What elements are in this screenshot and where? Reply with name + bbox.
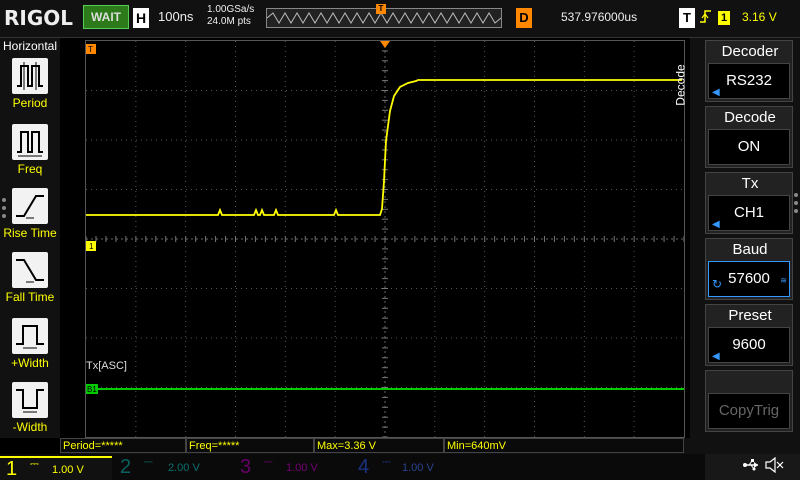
softkey-value: ON [708, 129, 790, 165]
scroll-dots [794, 193, 799, 213]
trigger-source-badge: 1 [718, 11, 730, 25]
softkey-value: ↻ ≋ 57600 [708, 261, 790, 297]
measure-item-label: Freq [17, 162, 43, 176]
softkey-title: Decoder [721, 43, 779, 60]
channel-4-tab[interactable]: 4 ⎓ 1.00 V [352, 456, 468, 480]
channel-number: 2 [120, 456, 132, 478]
waveform-grid-svg: T 1 B1 Tx[ASC] [86, 41, 684, 437]
measure-rise-time-button[interactable]: Rise Time [0, 188, 60, 252]
brand-logo: RIGOL [4, 6, 74, 30]
waveform-display[interactable]: T 1 B1 Tx[ASC] [85, 40, 685, 438]
acquisition-status-badge[interactable]: WAIT [83, 5, 129, 29]
period-icon [12, 58, 48, 94]
channel-number: 4 [358, 456, 370, 478]
tx-value: CH1 [733, 204, 764, 221]
trigger-position-marker[interactable]: T [376, 4, 386, 14]
select-arrow-icon: ◀ [712, 219, 720, 230]
channel-1-tab[interactable]: 1 ⎓ 1.00 V [0, 456, 112, 480]
freq-icon [12, 124, 48, 160]
trigger-label: T [679, 8, 695, 28]
measure-menu-title: Horizontal [2, 39, 58, 53]
softkey-title: Tx [741, 175, 759, 192]
copytrig-softkey[interactable]: CopyTrig [705, 370, 793, 432]
measurement-period[interactable]: Period=***** [60, 438, 186, 453]
horizontal-label: H [133, 8, 149, 28]
sample-info: 1.00GSa/s 24.0M pts [207, 4, 254, 28]
softkey-title: Preset [728, 307, 772, 324]
left-scroll-dots [2, 198, 7, 218]
bus-decode-label: Tx[ASC] [86, 360, 127, 372]
neg-width-icon [12, 382, 48, 418]
softkey-value: CopyTrig [708, 393, 790, 429]
measure-menu: Horizontal Period Freq Rise Time Fall Ti… [0, 38, 60, 438]
fall-time-icon [12, 252, 48, 288]
measure-item-label: Period [12, 96, 48, 110]
measurement-min[interactable]: Min=640mV [444, 438, 684, 453]
dc-coupling-icon: ⎓ [382, 456, 391, 468]
measure-neg-width-button[interactable]: -Width [0, 382, 60, 446]
delay-value[interactable]: 537.976000us [561, 10, 637, 24]
softkey-title: Decode [724, 109, 776, 126]
channel-scale: 1.00 V [286, 462, 318, 474]
measure-item-label: Rise Time [3, 226, 57, 240]
sample-rate: 1.00GSa/s [207, 4, 255, 15]
channel-number: 1 [6, 458, 18, 480]
channel-scale: 1.00 V [52, 464, 84, 476]
measure-period-button[interactable]: Period [0, 58, 60, 122]
tx-source-softkey[interactable]: Tx ◀ CH1 [705, 172, 793, 234]
speaker-muted-icon[interactable] [764, 456, 784, 476]
dc-coupling-icon: ⎓ [144, 456, 153, 468]
measurement-max[interactable]: Max=3.36 V [314, 438, 444, 453]
ch1-offset-marker-text: 1 [89, 242, 94, 251]
top-status-bar: RIGOL WAIT H 100ns 1.00GSa/s 24.0M pts T… [0, 0, 800, 38]
channel-scale: 2.00 V [168, 462, 200, 474]
softkey-value: ◀ CH1 [708, 195, 790, 231]
timebase-value[interactable]: 100ns [158, 9, 193, 24]
pos-width-icon [12, 318, 48, 354]
channel-bar: 1 ⎓ 1.00 V 2 ⎓ 2.00 V 3 ⎓ 1.00 V 4 ⎓ 1.0… [0, 454, 800, 480]
preset-softkey[interactable]: Preset ◀ 9600 [705, 304, 793, 366]
adjust-icon: ≋ [780, 276, 787, 285]
rise-time-icon [12, 188, 48, 224]
decoder-value: RS232 [726, 72, 772, 89]
select-arrow-icon: ◀ [712, 87, 720, 98]
measure-pos-width-button[interactable]: +Width [0, 318, 60, 382]
channel-number: 3 [240, 456, 252, 478]
decode-onoff-softkey[interactable]: Decode ON [705, 106, 793, 168]
trigger-time-marker [380, 41, 390, 48]
channel-3-tab[interactable]: 3 ⎓ 1.00 V [234, 456, 350, 480]
knob-icon: ↻ [712, 277, 723, 291]
measure-freq-button[interactable]: Freq [0, 124, 60, 188]
dc-coupling-icon: ⎓ [264, 456, 273, 468]
usb-icon [742, 458, 760, 475]
decoder-softkey[interactable]: Decoder ◀ RS232 [705, 40, 793, 102]
decode-menu-tab: Decode [674, 38, 706, 138]
softkey-value: ◀ RS232 [708, 63, 790, 99]
trigger-level-value[interactable]: 3.16 V [742, 10, 777, 24]
measure-item-label: -Width [12, 420, 48, 434]
decode-tab-label: Decode [673, 64, 688, 106]
memory-depth: 24.0M pts [207, 16, 251, 27]
measure-fall-time-button[interactable]: Fall Time [0, 252, 60, 316]
delay-label: D [516, 8, 532, 28]
softkey-value: ◀ 9600 [708, 327, 790, 363]
dc-coupling-icon: ⎓ [30, 458, 39, 470]
trigger-level-marker-text: T [88, 45, 93, 54]
measurement-bar: Period=***** Freq=***** Max=3.36 V Min=6… [60, 438, 800, 454]
measure-item-label: +Width [11, 356, 49, 370]
channel-scale: 1.00 V [402, 462, 434, 474]
baud-value: 57600 [728, 270, 770, 287]
rising-edge-icon [699, 8, 713, 29]
softkey-title: Baud [732, 241, 768, 258]
bus-offset-marker-text: B1 [87, 385, 97, 394]
decode-menu: Decode Decoder ◀ RS232 Decode ON Tx ◀ CH1 … [674, 38, 800, 438]
measure-item-label: Fall Time [5, 290, 55, 304]
baud-softkey[interactable]: Baud ↻ ≋ 57600 [705, 238, 793, 300]
channel-2-tab[interactable]: 2 ⎓ 2.00 V [114, 456, 232, 480]
select-arrow-icon: ◀ [712, 351, 720, 362]
preset-value: 9600 [732, 336, 766, 353]
measurement-freq[interactable]: Freq=***** [186, 438, 314, 453]
